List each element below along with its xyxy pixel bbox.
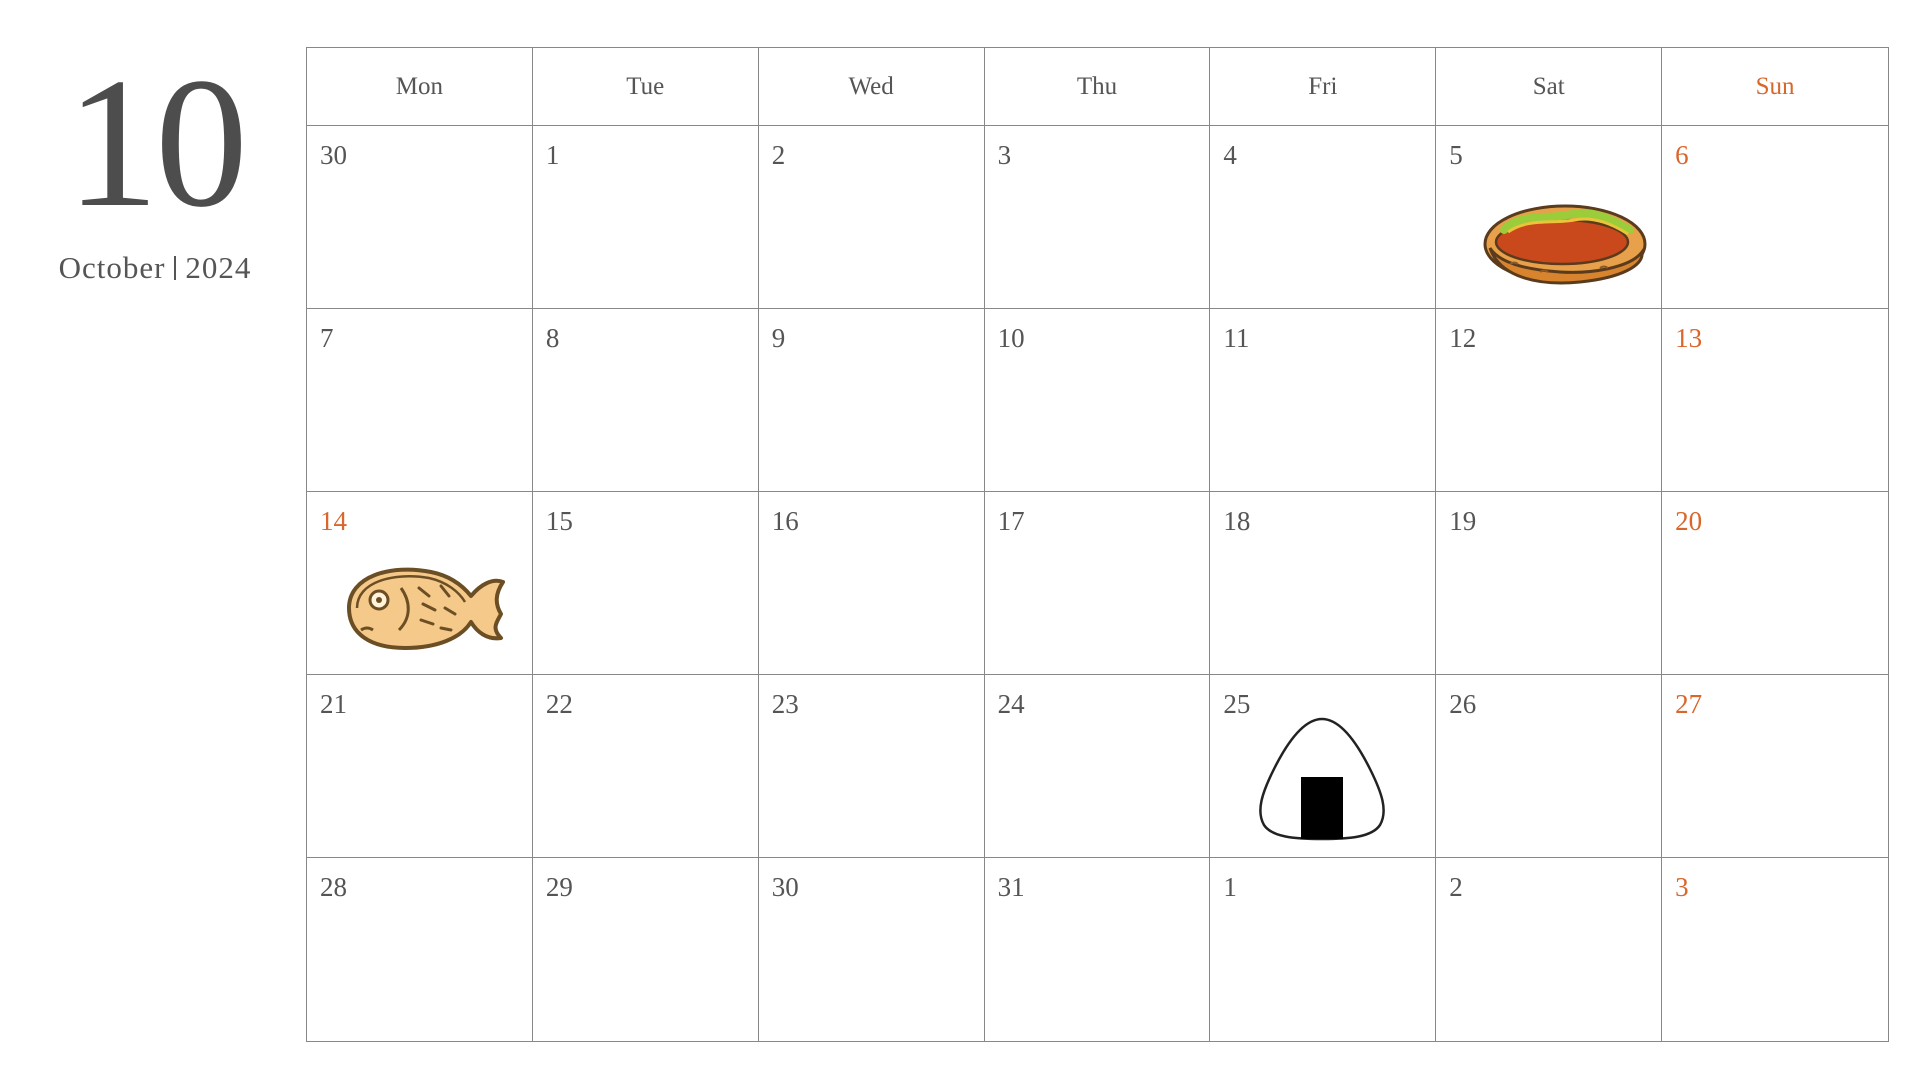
day-cell: 6 [1662,126,1888,309]
day-number: 18 [1223,506,1251,536]
day-number: 24 [997,689,1025,719]
day-cell: 19 [1436,492,1663,675]
day-cell: 30 [759,858,985,1041]
month-name: October [58,250,166,285]
day-number: 16 [771,506,799,536]
day-cell: 2 [758,126,985,309]
weekday-header-sun: Sun [1662,48,1888,126]
day-number: 3 [997,140,1012,170]
day-cell: 9 [758,309,985,492]
day-cell: 3 [1662,858,1888,1041]
day-cell: 24 [984,675,1211,858]
day-number: 3 [1675,872,1689,902]
day-cell: 30 [307,126,533,309]
day-cell: 11 [1210,309,1437,492]
day-cell: 27 [1662,675,1888,858]
weekday-header-sat: Sat [1436,48,1663,126]
calendar-page: 10 October 2024 Mon Tue Wed Thu Fri Sat S… [0,0,1920,1080]
day-number: 23 [771,689,799,719]
weekday-header-thu: Thu [984,48,1211,126]
day-number: 28 [320,872,347,902]
day-cell: 23 [758,675,985,858]
day-cell: 21 [307,675,533,858]
day-cell: 29 [533,858,759,1041]
day-number: 27 [1675,689,1703,719]
day-cell: 31 [985,858,1211,1041]
day-cell: 25 [1210,675,1437,858]
weekday-header-mon: Mon [307,48,533,126]
day-number: 10 [997,323,1025,353]
day-number: 2 [1449,872,1463,902]
day-number: 11 [1223,323,1250,353]
day-cell: 10 [984,309,1211,492]
day-number: 25 [1223,689,1251,719]
day-cell: 20 [1662,492,1888,675]
day-number: 21 [320,689,347,719]
day-number: 15 [545,506,573,536]
day-cell: 3 [984,126,1211,309]
taiyaki-icon [347,567,505,650]
day-number: 5 [1449,140,1463,170]
day-number: 4 [1223,140,1237,170]
separator-bar [174,256,177,280]
day-cell: 12 [1436,309,1663,492]
weekday-header-wed: Wed [758,48,985,126]
month-subtitle: October 2024 [30,250,280,286]
day-cell: 18 [1210,492,1437,675]
day-number: 29 [545,872,573,902]
weekday-header-fri: Fri [1210,48,1437,126]
day-cell: 16 [758,492,985,675]
onigiri-icon [1259,717,1386,841]
day-number: 30 [771,872,799,902]
day-cell: 28 [307,858,533,1041]
day-number: 20 [1675,506,1703,536]
day-number: 22 [545,689,573,719]
day-cell: 1 [1210,858,1437,1041]
weekday-header-tue: Tue [532,48,759,126]
day-cell: 5 [1436,126,1663,309]
day-number: 6 [1675,140,1689,170]
day-cell: 8 [532,309,759,492]
day-cell: 26 [1436,675,1663,858]
day-number: 31 [997,872,1025,902]
day-cell: 14 [307,492,533,675]
day-number: 17 [997,506,1025,536]
day-number: 26 [1449,689,1477,719]
day-cell: 15 [532,492,759,675]
day-cell: 17 [984,492,1211,675]
day-number: 13 [1675,323,1703,353]
day-number: 14 [320,506,347,536]
day-number: 1 [1223,872,1237,902]
day-number: 12 [1449,323,1477,353]
day-number: 9 [771,323,786,353]
day-number: 1 [545,140,560,170]
day-cell: 22 [532,675,759,858]
day-cell: 13 [1662,309,1888,492]
hotdog-icon [1483,204,1647,285]
month-number: 10 [66,40,248,246]
day-cell: 1 [532,126,759,309]
day-cell: 4 [1210,126,1437,309]
day-number: 19 [1449,506,1477,536]
day-number: 8 [545,323,560,353]
year: 2024 [185,250,252,285]
day-number: 2 [771,140,786,170]
day-cell: 7 [307,309,533,492]
calendar-grid: Mon Tue Wed Thu Fri Sat Sun 30 1 2 3 4 5… [306,47,1889,1042]
day-number: 30 [320,140,347,170]
day-cell: 2 [1436,858,1663,1041]
day-number: 7 [320,323,334,353]
month-header: 10 October 2024 [30,50,280,286]
